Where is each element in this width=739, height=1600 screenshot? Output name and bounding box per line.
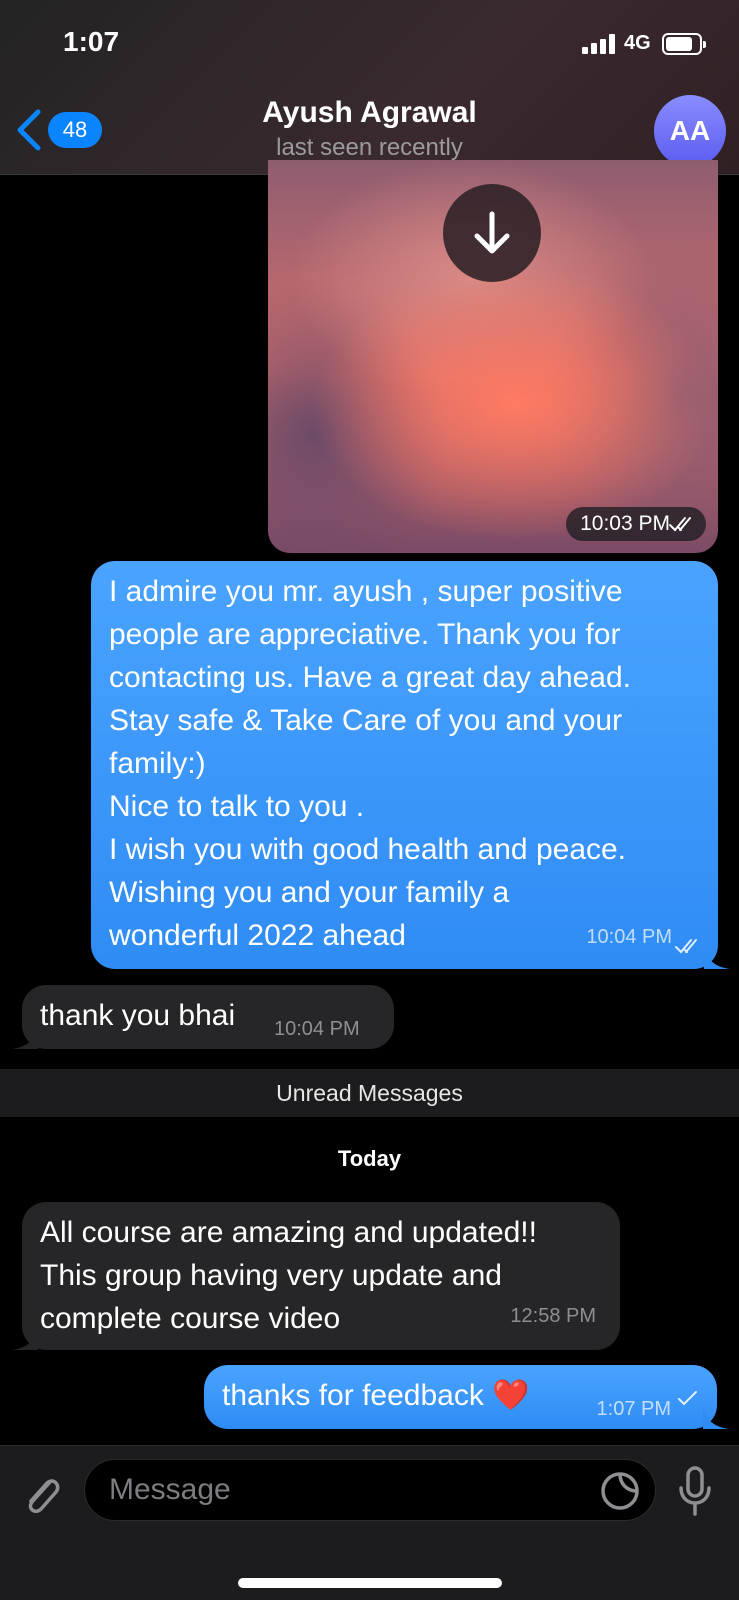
bubble-tail xyxy=(703,1409,729,1429)
paperclip-icon xyxy=(28,1479,60,1514)
message-input-field[interactable] xyxy=(84,1459,656,1521)
chat-header: 1:07 4G 48 Ayush Agrawal last seen recen… xyxy=(0,0,739,175)
battery-icon xyxy=(662,33,706,55)
message-bubble-outgoing[interactable]: thanks for feedback ❤️ 1:07 PM xyxy=(204,1365,729,1429)
contact-name[interactable]: Ayush Agrawal xyxy=(0,96,739,130)
double-check-icon xyxy=(675,939,697,954)
bubble-tail xyxy=(704,949,730,969)
status-time: 1:07 xyxy=(63,26,120,57)
message-bubble-outgoing[interactable]: I admire you mr. ayush , super positive … xyxy=(91,561,730,969)
double-check-icon xyxy=(669,517,691,532)
composer-bar xyxy=(0,1445,739,1600)
message-text: thank you bhai xyxy=(40,999,236,1032)
bubble-tail xyxy=(12,1330,38,1350)
contact-status: last seen recently xyxy=(276,134,463,161)
check-icon xyxy=(678,1391,697,1406)
network-type: 4G xyxy=(624,32,651,54)
bubble-tail xyxy=(12,1029,38,1049)
microphone-icon xyxy=(679,1466,711,1516)
date-separator: Today xyxy=(337,1146,402,1171)
download-button[interactable] xyxy=(443,184,541,282)
photo-timestamp: 10:03 PM xyxy=(566,507,706,541)
microphone-button[interactable] xyxy=(678,1466,712,1518)
photo-message[interactable]: 10:03 PM xyxy=(268,160,718,553)
message-text: I admire you mr. ayush , super positive … xyxy=(109,575,632,952)
signal-icon xyxy=(582,34,618,54)
message-timestamp: 10:04 PM xyxy=(586,926,672,948)
attach-button[interactable] xyxy=(20,1468,64,1520)
home-indicator xyxy=(238,1578,502,1588)
sticker-button[interactable] xyxy=(599,1470,641,1512)
message-timestamp: 12:58 PM xyxy=(510,1305,596,1327)
avatar[interactable]: AA xyxy=(654,95,726,167)
message-bubble-incoming[interactable]: All course are amazing and updated!! Thi… xyxy=(12,1202,620,1350)
message-input[interactable] xyxy=(109,1460,569,1520)
message-timestamp: 1:07 PM xyxy=(596,1398,671,1420)
arrow-down-icon xyxy=(474,211,510,254)
unread-messages-divider: Unread Messages xyxy=(0,1069,739,1117)
message-bubble-incoming[interactable]: thank you bhai 10:04 PM xyxy=(12,985,394,1049)
message-timestamp: 10:04 PM xyxy=(274,1018,360,1040)
message-text: thanks for feedback ❤️ xyxy=(222,1379,530,1412)
sticker-icon xyxy=(601,1472,639,1510)
